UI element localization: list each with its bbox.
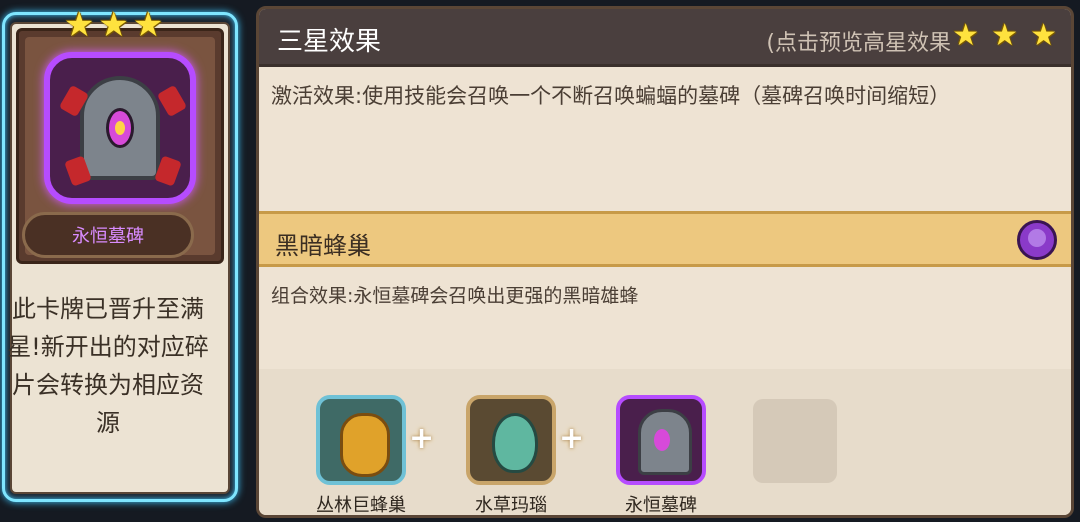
plus-icon: + bbox=[409, 421, 435, 456]
agate-amulet-icon bbox=[466, 395, 556, 485]
panel-title: 三星效果 bbox=[277, 27, 382, 57]
combo-item-tombstone[interactable]: 永恒墓碑 bbox=[601, 395, 721, 516]
eye-icon bbox=[106, 108, 134, 148]
star-icon: ★ bbox=[132, 5, 164, 45]
eternal-tombstone-icon bbox=[616, 395, 706, 485]
claw-icon bbox=[156, 84, 188, 118]
combo-header: 黑暗蜂巢 bbox=[259, 211, 1071, 267]
card-name-plate: 永恒墓碑 bbox=[22, 212, 194, 258]
plus-icon: + bbox=[559, 421, 585, 456]
card-name: 永恒墓碑 bbox=[72, 226, 144, 247]
star-icon: ★ bbox=[64, 5, 95, 45]
star-icon: ★ bbox=[98, 5, 129, 45]
combo-item-hive[interactable]: 丛林巨蜂巢 bbox=[301, 395, 421, 516]
tombstone-icon bbox=[80, 76, 160, 180]
header-star-rating[interactable]: ★ ★ ★ bbox=[952, 21, 1057, 51]
effect-panel: 三星效果 (点击预览高星效果 ★ ★ ★ 激活效果:使用技能会召唤一个不断召唤蝙… bbox=[256, 6, 1074, 518]
combo-title: 黑暗蜂巢 bbox=[275, 232, 371, 260]
star-icon: ★ bbox=[952, 18, 980, 53]
tombstone-portrait-icon bbox=[44, 52, 196, 204]
item-label: 水草玛瑙 bbox=[475, 495, 547, 516]
item-label: 丛林巨蜂巢 bbox=[316, 495, 406, 516]
empty-item-slot bbox=[753, 399, 837, 483]
max-star-message: 此卡牌已晋升至满星!新开出的对应碎片会转换为相应资源 bbox=[7, 295, 209, 437]
star-icon: ★ bbox=[1030, 18, 1057, 53]
preview-higher-star-link[interactable]: (点击预览高星效果 bbox=[766, 25, 951, 57]
card-star-rating: ★ ★ ★ bbox=[64, 8, 163, 42]
combo-item-agate[interactable]: 水草玛瑙 bbox=[451, 395, 571, 516]
panel-header: 三星效果 (点击预览高星效果 ★ ★ ★ bbox=[259, 9, 1071, 67]
combo-items-row: 丛林巨蜂巢 + 水草玛瑙 + 永恒墓碑 bbox=[259, 369, 1071, 516]
beehive-icon bbox=[316, 395, 406, 485]
activation-effect-text: 激活效果:使用技能会召唤一个不断召唤蝙蝠的墓碑（墓碑召唤时间缩短） bbox=[271, 84, 951, 108]
item-label: 永恒墓碑 bbox=[625, 495, 697, 516]
star-icon: ★ bbox=[991, 18, 1019, 53]
purple-beetle-icon[interactable] bbox=[1017, 220, 1057, 260]
combo-effect-text: 组合效果:永恒墓碑会召唤出更强的黑暗雄蜂 bbox=[271, 285, 639, 307]
